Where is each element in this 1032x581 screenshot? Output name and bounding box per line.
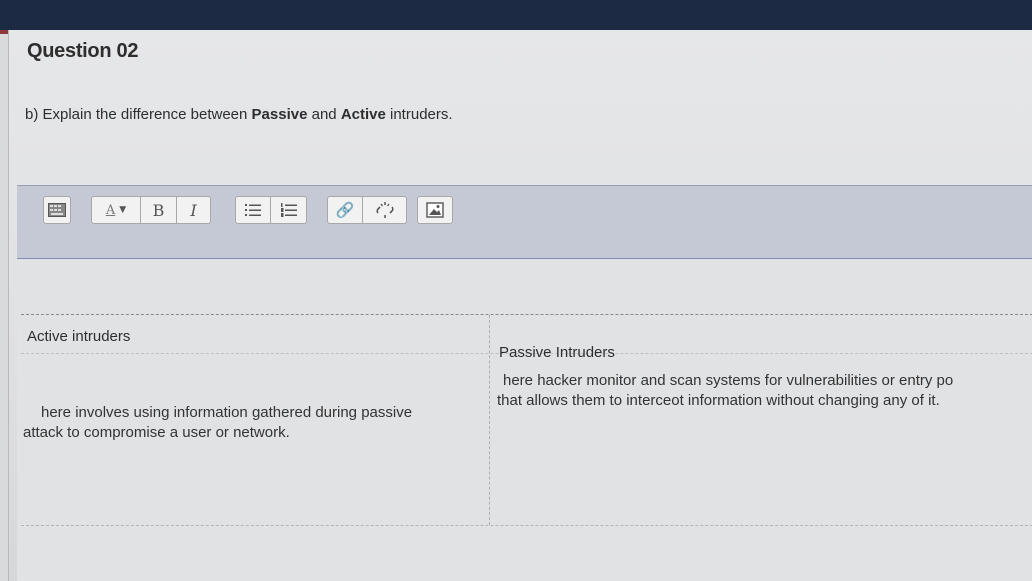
font-color-button[interactable]: A ▼ xyxy=(91,196,141,224)
unlink-button[interactable] xyxy=(363,196,407,224)
prompt-prefix: b) Explain the difference between xyxy=(25,106,252,123)
table-header-passive[interactable]: Passive Intruders xyxy=(499,343,615,363)
prompt-mid: and xyxy=(307,106,341,123)
font-color-icon: A xyxy=(105,202,116,218)
cell-line: that allows them to interceot informatio… xyxy=(497,392,940,409)
prompt-bold-passive: Passive xyxy=(251,106,308,123)
link-group: 🔗 xyxy=(327,196,407,224)
toolbar-toggle-button[interactable] xyxy=(43,196,71,224)
keyboard-icon xyxy=(48,203,66,217)
format-group: A ▼ B I xyxy=(91,196,211,224)
insert-image-button[interactable] xyxy=(417,196,453,224)
unlink-icon xyxy=(375,202,394,218)
answer-table: Active intruders Passive Intruders here … xyxy=(21,314,1032,526)
column-divider xyxy=(489,315,490,525)
bullet-list-icon xyxy=(245,204,261,216)
browser-top-bar xyxy=(0,0,1032,34)
image-icon xyxy=(426,202,444,218)
italic-label: I xyxy=(190,200,197,220)
answer-editor[interactable]: Active intruders Passive Intruders here … xyxy=(17,259,1032,581)
chevron-down-icon: ▼ xyxy=(119,205,127,215)
bold-button[interactable]: B xyxy=(141,196,177,224)
question-title: Question 02 xyxy=(27,40,139,62)
table-cell-active[interactable]: here involves using information gathered… xyxy=(23,403,412,443)
numbered-list-icon xyxy=(280,203,297,217)
prompt-suffix: intruders. xyxy=(385,106,453,123)
prompt-bold-active: Active xyxy=(340,106,386,123)
italic-button[interactable]: I xyxy=(177,196,211,224)
question-page: Question 02 b) Explain the difference be… xyxy=(8,30,1032,581)
cell-line: here involves using information gathered… xyxy=(41,404,413,421)
cell-line: here hacker monitor and scan systems for… xyxy=(503,372,954,389)
ordered-list-button[interactable] xyxy=(271,196,307,224)
list-group xyxy=(235,196,307,224)
editor-toolbar: A ▼ B I 🔗 xyxy=(17,185,1032,260)
unordered-list-button[interactable] xyxy=(235,196,271,224)
bold-label: B xyxy=(152,200,165,220)
table-cell-passive[interactable]: here hacker monitor and scan systems for… xyxy=(497,371,953,411)
link-icon: 🔗 xyxy=(335,201,355,219)
table-header-active[interactable]: Active intruders xyxy=(27,327,130,347)
question-prompt: b) Explain the difference between Passiv… xyxy=(25,106,453,123)
insert-link-button[interactable]: 🔗 xyxy=(327,196,363,224)
cell-line: attack to compromise a user or network. xyxy=(23,424,290,441)
